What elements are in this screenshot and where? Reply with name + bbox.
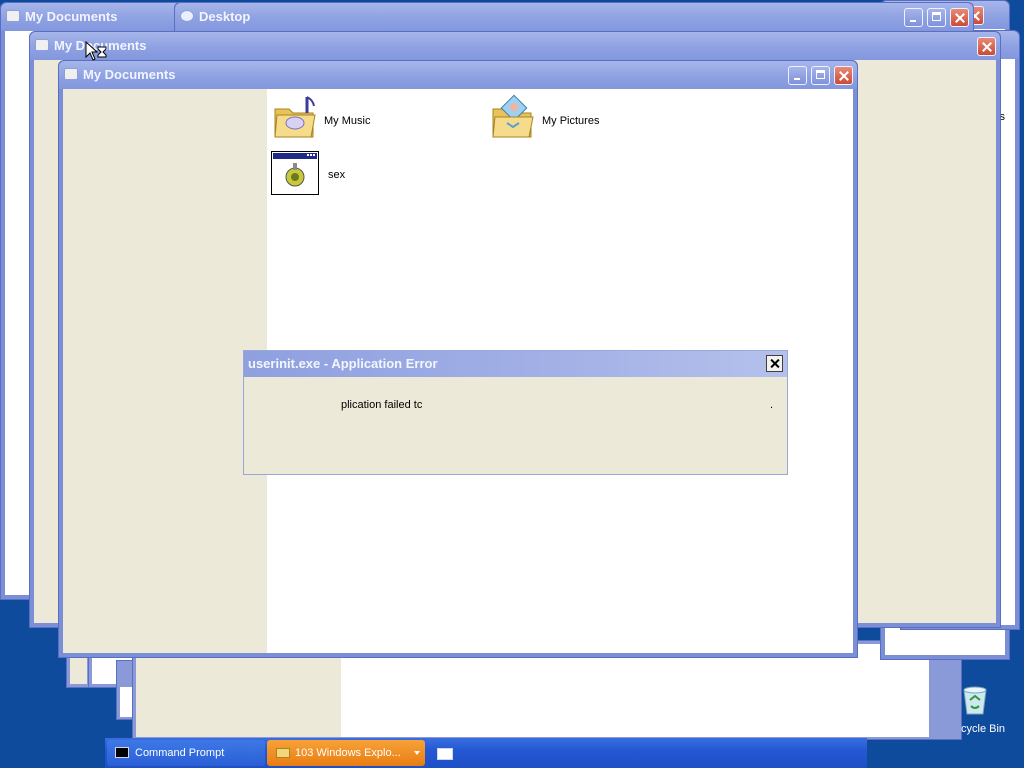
chevron-down-icon: [414, 751, 420, 755]
command-prompt-icon: [115, 747, 129, 758]
item-label: sex: [328, 169, 346, 181]
taskbar-item-windows-explorer-group[interactable]: 103 Windows Explo...: [267, 740, 425, 766]
close-button[interactable]: [950, 8, 969, 27]
program-file-item[interactable]: sex: [271, 151, 361, 197]
window-icon: [437, 748, 453, 760]
minimize-button[interactable]: [788, 66, 807, 85]
minimize-button[interactable]: [904, 8, 923, 27]
dialog-titlebar: userinit.exe - Application Error: [244, 351, 787, 377]
busy-cursor-icon: [85, 41, 107, 61]
taskbar-item-label: 103 Windows Explo...: [295, 747, 401, 759]
taskbar: Command Prompt 103 Windows Explo...: [105, 738, 867, 768]
folder-icon: [35, 39, 49, 51]
desktop-icon-label: cycle Bin: [961, 723, 1006, 735]
dialog-title: userinit.exe - Application Error: [248, 356, 438, 371]
item-label: My Music: [324, 115, 371, 127]
executable-program-icon: [271, 151, 319, 195]
music-folder-icon: [274, 96, 316, 138]
recycle-bin-icon: [963, 686, 987, 715]
window-title: My Documents: [83, 67, 176, 82]
taskbar-item-command-prompt[interactable]: Command Prompt: [107, 740, 265, 766]
error-message: plication failed tc: [341, 399, 423, 411]
window-title: Desktop: [199, 9, 251, 24]
my-music-folder[interactable]: My Music: [273, 93, 393, 145]
pictures-folder-icon: [492, 94, 534, 138]
item-label: My Pictures: [542, 115, 600, 127]
application-error-dialog: userinit.exe - Application Error plicati…: [243, 350, 788, 475]
task-pane: [63, 89, 267, 653]
taskbar-item-window[interactable]: [428, 740, 460, 766]
error-message-trailing: .: [770, 399, 774, 411]
folder-icon: [64, 68, 78, 80]
close-button[interactable]: [766, 355, 783, 372]
maximize-button[interactable]: [811, 66, 830, 85]
my-pictures-folder[interactable]: My Pictures: [491, 93, 621, 145]
close-button[interactable]: [834, 66, 853, 85]
taskbar-item-label: Command Prompt: [135, 747, 225, 759]
window-title: My Documents: [25, 9, 118, 24]
folder-icon: [6, 10, 20, 22]
folder-icon: [276, 748, 290, 758]
close-button[interactable]: [977, 37, 996, 56]
internet-explorer-icon: [180, 10, 194, 22]
recycle-bin-desktop-icon[interactable]: cycle Bin: [958, 684, 1024, 738]
maximize-button[interactable]: [927, 8, 946, 27]
